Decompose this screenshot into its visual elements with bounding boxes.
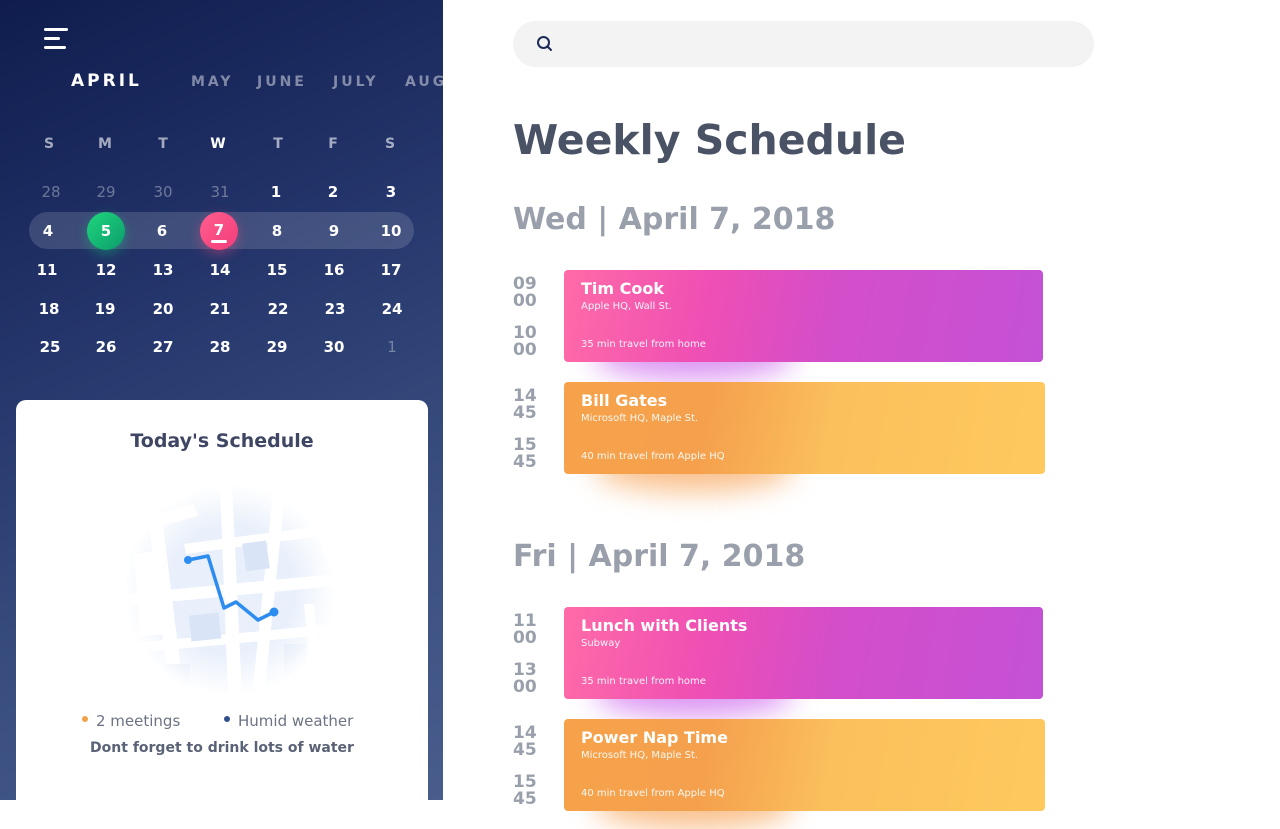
- calendar-day[interactable]: 9: [314, 216, 354, 246]
- calendar-day[interactable]: 31: [200, 177, 240, 207]
- calendar-sidebar: APRIL MAY JUNE JULY AUG S M T W T F S 28…: [0, 0, 443, 800]
- day-heading: Fri | April 7, 2018: [513, 539, 806, 574]
- search-icon[interactable]: [536, 35, 554, 53]
- event-card-bill-gates[interactable]: Bill Gates Microsoft HQ, Maple St. 40 mi…: [564, 382, 1045, 492]
- calendar-day[interactable]: 30: [143, 177, 183, 207]
- calendar-day[interactable]: 24: [372, 294, 412, 324]
- weather-dot-icon: [224, 716, 230, 722]
- event-travel: 40 min travel from Apple HQ: [581, 788, 725, 799]
- page-title: Weekly Schedule: [513, 116, 906, 164]
- event-name: Tim Cook: [581, 279, 665, 298]
- todays-schedule-title: Today's Schedule: [130, 430, 314, 452]
- menu-icon[interactable]: [44, 28, 70, 50]
- event-location: Subway: [581, 638, 621, 649]
- event-end-time: 10 00: [513, 323, 537, 360]
- event-start-time: 14 45: [513, 386, 537, 423]
- meetings-count: 2 meetings: [96, 712, 181, 730]
- weather-label: Humid weather: [238, 712, 354, 730]
- event-end-time: 15 45: [513, 435, 537, 472]
- calendar-day[interactable]: 15: [257, 255, 297, 285]
- calendar-day[interactable]: 29: [257, 332, 297, 362]
- weekday-tue: T: [158, 136, 168, 152]
- calendar-day[interactable]: 12: [86, 255, 126, 285]
- month-july[interactable]: JULY: [333, 74, 378, 90]
- calendar-day-today[interactable]: 7: [199, 215, 239, 245]
- calendar-day[interactable]: 28: [200, 332, 240, 362]
- calendar-day[interactable]: 30: [314, 332, 354, 362]
- calendar-day[interactable]: 13: [143, 255, 183, 285]
- calendar-day[interactable]: 16: [314, 255, 354, 285]
- weekday-wed: W: [210, 136, 226, 152]
- event-location: Apple HQ, Wall St.: [581, 301, 672, 312]
- event-name: Bill Gates: [581, 391, 668, 410]
- event-card-power-nap-time[interactable]: Power Nap Time Microsoft HQ, Maple St. 4…: [564, 719, 1045, 829]
- event-travel: 35 min travel from home: [581, 339, 706, 350]
- calendar-day[interactable]: 10: [371, 216, 411, 246]
- month-june[interactable]: JUNE: [257, 74, 307, 90]
- calendar-day[interactable]: 28: [31, 177, 71, 207]
- event-location: Microsoft HQ, Maple St.: [581, 413, 699, 424]
- event-card-lunch-with-clients[interactable]: Lunch with Clients Subway 35 min travel …: [564, 607, 1043, 717]
- calendar-day[interactable]: 19: [85, 294, 125, 324]
- event-end-time: 15 45: [513, 772, 537, 809]
- weekday-sat: S: [384, 136, 396, 152]
- calendar-day[interactable]: 14: [200, 255, 240, 285]
- todays-schedule-card: Today's Schedule 2 meetings Humid weathe…: [16, 400, 428, 800]
- day-heading: Wed | April 7, 2018: [513, 202, 836, 237]
- calendar-day[interactable]: 8: [257, 216, 297, 246]
- calendar-day[interactable]: 25: [30, 332, 70, 362]
- month-april[interactable]: APRIL: [71, 71, 142, 91]
- event-start-time: 11 00: [513, 611, 537, 648]
- event-travel: 35 min travel from home: [581, 676, 706, 687]
- search-bar[interactable]: [513, 21, 1094, 67]
- calendar-day[interactable]: 17: [371, 255, 411, 285]
- calendar-day[interactable]: 1: [372, 332, 412, 362]
- calendar-day[interactable]: 6: [142, 216, 182, 246]
- calendar-day[interactable]: 11: [27, 255, 67, 285]
- calendar-day[interactable]: 21: [200, 294, 240, 324]
- weather-legend: Humid weather: [224, 712, 353, 730]
- reminder-text: Dont forget to drink lots of water: [90, 740, 354, 756]
- event-start-time: 09 00: [513, 274, 537, 311]
- calendar-day-selected[interactable]: 5: [86, 216, 126, 246]
- calendar-day[interactable]: 20: [143, 294, 183, 324]
- calendar-day[interactable]: 22: [258, 294, 298, 324]
- meetings-legend: 2 meetings: [82, 712, 180, 730]
- event-card-tim-cook[interactable]: Tim Cook Apple HQ, Wall St. 35 min trave…: [564, 270, 1043, 380]
- month-aug[interactable]: AUG: [405, 74, 443, 90]
- event-name: Lunch with Clients: [581, 616, 748, 635]
- calendar-day[interactable]: 1: [256, 177, 296, 207]
- event-start-time: 14 45: [513, 723, 537, 760]
- calendar-day[interactable]: 3: [371, 177, 411, 207]
- calendar-day[interactable]: 26: [86, 332, 126, 362]
- calendar-day[interactable]: 27: [143, 332, 183, 362]
- weekday-sun: S: [43, 136, 55, 152]
- meetings-dot-icon: [82, 716, 88, 722]
- route-map[interactable]: [124, 484, 336, 696]
- event-name: Power Nap Time: [581, 728, 728, 747]
- calendar-day[interactable]: 4: [28, 216, 68, 246]
- event-end-time: 13 00: [513, 660, 537, 697]
- calendar-day[interactable]: 23: [315, 294, 355, 324]
- calendar-day[interactable]: 29: [86, 177, 126, 207]
- weekday-thu: T: [273, 136, 283, 152]
- month-may[interactable]: MAY: [191, 74, 234, 90]
- calendar-day[interactable]: 2: [313, 177, 353, 207]
- event-travel: 40 min travel from Apple HQ: [581, 451, 725, 462]
- calendar-day[interactable]: 18: [29, 294, 69, 324]
- event-location: Microsoft HQ, Maple St.: [581, 750, 699, 761]
- search-input[interactable]: [565, 21, 1075, 67]
- weekday-fri: F: [328, 136, 338, 152]
- weekday-mon: M: [98, 136, 112, 152]
